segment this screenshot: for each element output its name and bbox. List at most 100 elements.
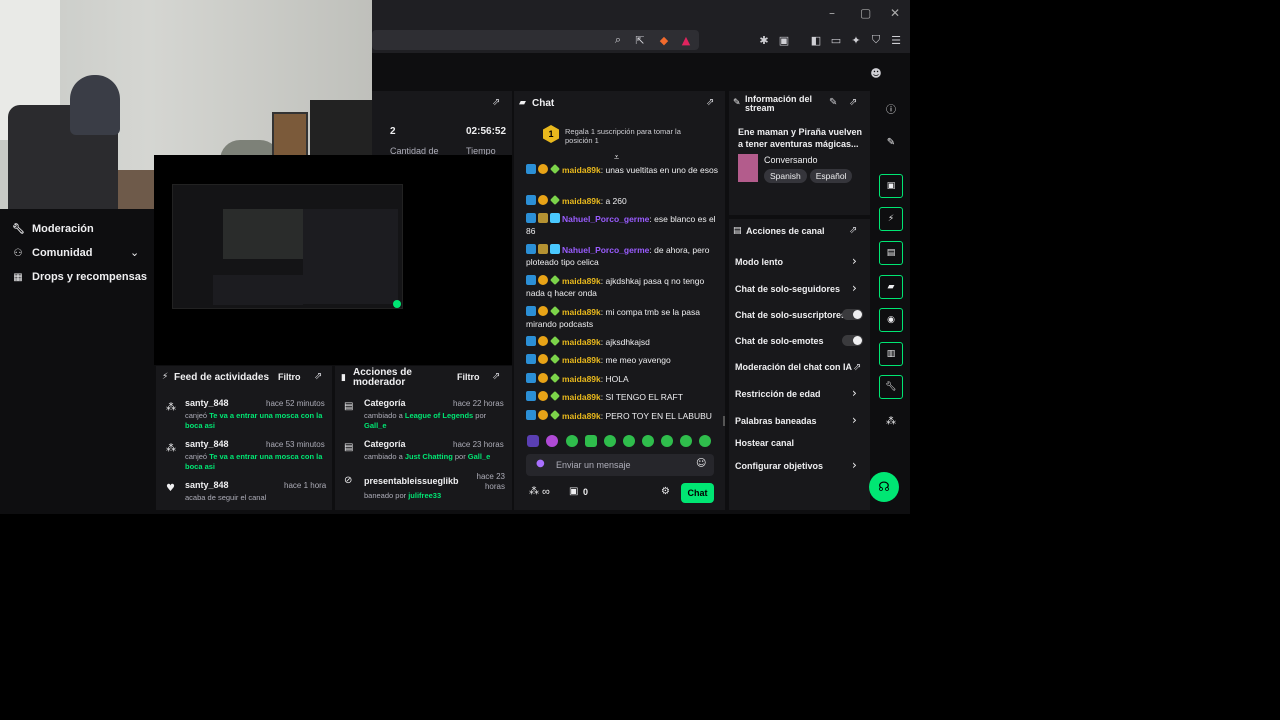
chat-icon[interactable]: ▰ (879, 275, 903, 299)
moderator-badge-icon[interactable] (526, 373, 536, 383)
subscriber-badge-icon[interactable] (538, 354, 548, 364)
subscriber-badge-icon[interactable] (538, 195, 548, 205)
subscriber-badge-icon[interactable] (538, 306, 548, 316)
emote-only-toggle[interactable] (842, 335, 863, 346)
clip-icon[interactable]: ▣ (879, 174, 903, 198)
sidebar-icon[interactable]: ◧ (808, 32, 824, 48)
moderator-badge-icon[interactable] (526, 244, 536, 254)
subscriber-badge-icon[interactable] (538, 336, 548, 346)
popout-icon[interactable]: ⇗ (314, 371, 322, 382)
brave-rewards-icon[interactable]: ▲ (678, 32, 694, 48)
ad-icon[interactable]: ▥ (879, 342, 903, 366)
emote-icon[interactable] (566, 435, 578, 447)
popout-icon[interactable]: ⇗ (849, 97, 857, 108)
popout-icon[interactable]: ⇗ (492, 371, 500, 382)
vpn-icon[interactable]: ⛉ (868, 32, 884, 48)
subscriber-badge-icon[interactable] (538, 373, 548, 383)
gifter-badge-icon[interactable] (550, 410, 560, 420)
gifter-badge-icon[interactable] (550, 275, 560, 285)
subscriber-badge-icon[interactable] (538, 164, 548, 174)
gifter-badge-icon[interactable] (550, 373, 560, 383)
subscriber-badge-icon[interactable] (538, 275, 548, 285)
collapse-icon[interactable]: ⩡ (614, 153, 619, 163)
moderator-badge-icon[interactable] (526, 306, 536, 316)
preview-thumbnail[interactable] (172, 184, 403, 309)
moderator-badge-icon[interactable] (526, 275, 536, 285)
chevron-right-icon[interactable]: › (852, 458, 857, 472)
menu-icon[interactable]: ☰ (888, 32, 904, 48)
gifter-badge-icon[interactable] (550, 306, 560, 316)
action-followers-only[interactable]: Chat de solo-seguidores (735, 284, 840, 294)
nav-item-drops[interactable]: ▦ Drops y recompensas (12, 271, 147, 283)
chevron-down-icon[interactable]: ⌄ (130, 246, 139, 259)
tag[interactable]: Spanish (764, 169, 807, 183)
subs-only-toggle[interactable] (842, 309, 863, 320)
emote-icon[interactable] (585, 435, 597, 447)
gifter-badge-icon[interactable] (550, 354, 560, 364)
filter-button[interactable]: Filtro (457, 372, 480, 382)
founder-badge-icon[interactable] (550, 244, 560, 254)
chat-username[interactable]: maida89k (562, 276, 601, 286)
support-button[interactable]: ☊ (869, 472, 899, 502)
share-icon[interactable]: ⇱ (632, 32, 648, 48)
gifter-badge-icon[interactable] (550, 391, 560, 401)
chat-username[interactable]: Nahuel_Porco_germe (562, 245, 649, 255)
chat-username[interactable]: maida89k (562, 337, 601, 347)
wallet-icon[interactable]: ▭ (828, 32, 844, 48)
notes-icon[interactable]: ▤ (879, 241, 903, 265)
moderator-badge-icon[interactable] (526, 195, 536, 205)
settings-icon[interactable]: ⚙ (661, 486, 670, 497)
emote-icon[interactable] (680, 435, 692, 447)
maximize-button[interactable]: ▢ (860, 6, 871, 20)
emoji-icon[interactable]: ☺ (696, 458, 706, 469)
address-bar[interactable]: ⌕ ⇱ ◆ ▲ (372, 30, 699, 50)
moderator-badge-icon[interactable] (526, 336, 536, 346)
wrench-icon[interactable]: 🔧︎ (879, 375, 903, 399)
chevron-right-icon[interactable]: › (852, 413, 857, 427)
action-emote-only[interactable]: Chat de solo-emotes (735, 336, 824, 346)
chat-username[interactable]: maida89k (562, 374, 601, 384)
microphone-icon[interactable]: ● (536, 458, 545, 469)
gifter-badge-icon[interactable] (550, 195, 560, 205)
nav-item-moderation[interactable]: 🔧︎ Moderación (12, 223, 94, 235)
moderator-badge-icon[interactable] (526, 164, 536, 174)
nav-item-community[interactable]: ⚇ Comunidad (12, 247, 93, 259)
moderator-badge-icon[interactable] (526, 354, 536, 364)
founder-badge-icon[interactable] (550, 213, 560, 223)
crown-badge-icon[interactable] (538, 213, 548, 223)
extensions-icon[interactable]: ✱ (756, 32, 772, 48)
screenshot-icon[interactable]: ▣ (776, 32, 792, 48)
emote-icon[interactable] (699, 435, 711, 447)
community-icon[interactable]: ⁂ (879, 411, 903, 431)
pinned-sub-goal[interactable]: Regala 1 suscripción para tomar la posic… (565, 127, 705, 145)
action-host-channel[interactable]: Hostear canal (735, 438, 794, 448)
chevron-right-icon[interactable]: › (852, 254, 857, 268)
action-ai-moderation[interactable]: Moderación del chat con IA (735, 362, 852, 372)
info-icon[interactable]: ⓘ (879, 98, 903, 118)
moderator-badge-icon[interactable] (526, 391, 536, 401)
chat-send-button[interactable]: Chat (681, 483, 714, 503)
emote-icon[interactable] (623, 435, 635, 447)
subscriber-badge-icon[interactable] (538, 391, 548, 401)
chat-input[interactable]: ● Enviar un mensaje ☺ (526, 454, 714, 476)
close-button[interactable]: ✕ (890, 6, 900, 20)
minimize-button[interactable]: – (829, 6, 835, 20)
chat-username[interactable]: Nahuel_Porco_germe (562, 214, 649, 224)
emote-icon[interactable] (661, 435, 673, 447)
popout-icon[interactable]: ⇗ (706, 97, 714, 108)
action-goals[interactable]: Configurar objetivos (735, 461, 823, 471)
subscriber-badge-icon[interactable] (538, 410, 548, 420)
action-age-restriction[interactable]: Restricción de edad (735, 389, 821, 399)
chat-username[interactable]: maida89k (562, 165, 601, 175)
emote-icon[interactable] (642, 435, 654, 447)
pencil-icon[interactable]: ✎ (879, 132, 903, 152)
emote-icon[interactable] (604, 435, 616, 447)
chat-scrollbar[interactable] (723, 416, 725, 426)
avatar-icon[interactable]: ☻ (868, 65, 884, 81)
emote-icon[interactable] (527, 435, 539, 447)
gifter-badge-icon[interactable] (550, 164, 560, 174)
emote-icon[interactable] (546, 435, 558, 447)
edit-icon[interactable]: ✎ (829, 97, 837, 108)
external-link-icon[interactable]: ⇗ (853, 362, 861, 373)
chevron-right-icon[interactable]: › (852, 386, 857, 400)
